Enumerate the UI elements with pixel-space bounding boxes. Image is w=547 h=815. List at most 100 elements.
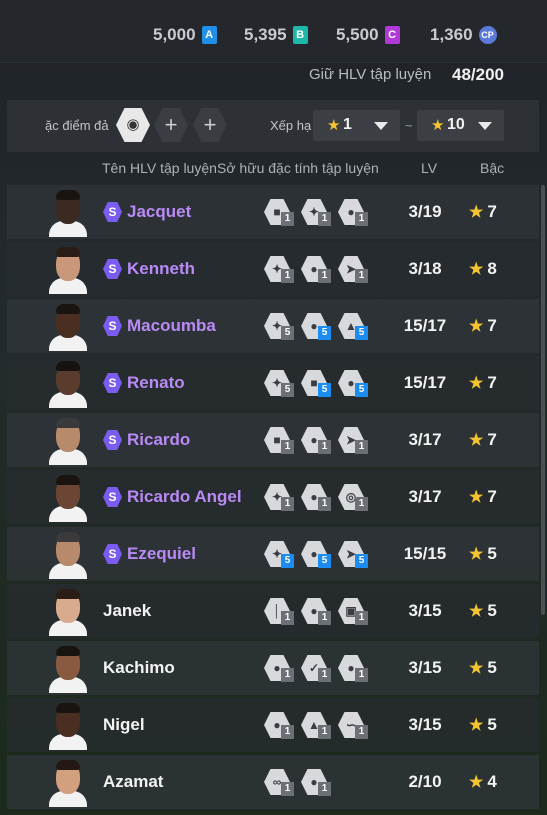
trait-filter-slot-whistle[interactable]: ◉ — [116, 108, 150, 142]
training-trait[interactable]: ● 1 — [264, 655, 298, 683]
training-trait[interactable]: ■ 1 — [264, 199, 298, 227]
training-trait[interactable]: ● 5 — [301, 313, 335, 341]
training-trait[interactable]: ◎ 1 — [338, 484, 372, 512]
currency-c-icon: C — [384, 26, 400, 44]
coach-rank-value: 7 — [487, 487, 497, 506]
training-trait[interactable]: ● 1 — [301, 769, 335, 797]
coach-rank: ★ 7 — [469, 487, 497, 507]
max-rank-dropdown[interactable]: ★ 10 — [417, 110, 504, 141]
special-coach-icon: S — [103, 259, 122, 279]
trait-level-badge: 1 — [281, 497, 294, 511]
training-trait[interactable]: ✦ 1 — [264, 256, 298, 284]
training-trait[interactable]: ● 1 — [264, 712, 298, 740]
training-trait[interactable]: ● 1 — [301, 598, 335, 626]
trait-level-badge: 5 — [281, 326, 294, 340]
trait-level-badge: 1 — [355, 269, 368, 283]
avatar-hair — [56, 646, 80, 656]
training-trait[interactable]: ➤ 5 — [338, 541, 372, 569]
training-trait[interactable]: ➤ 1 — [338, 256, 372, 284]
whistle-icon: ◉ — [126, 116, 140, 133]
coach-avatar — [47, 360, 89, 408]
coach-name: Ricardo — [127, 430, 191, 449]
training-trait[interactable]: ▣ 1 — [338, 598, 372, 626]
coach-rank: ★ 5 — [469, 601, 497, 621]
training-trait[interactable]: ● 5 — [301, 541, 335, 569]
trait-level-badge: 1 — [281, 782, 294, 796]
coach-rank: ★ 7 — [469, 430, 497, 450]
star-icon: ★ — [469, 318, 484, 335]
training-trait[interactable]: ▲ 5 — [338, 313, 372, 341]
coach-name: Jacquet — [127, 202, 192, 221]
training-trait[interactable]: ✦ 1 — [301, 199, 335, 227]
column-header-lv[interactable]: LV — [421, 160, 437, 176]
training-trait[interactable]: ➤ 1 — [338, 427, 372, 455]
training-trait[interactable]: ✦ 5 — [264, 541, 298, 569]
coach-avatar — [47, 303, 89, 351]
coach-row[interactable]: S Renato ✦ 5 ■ 5 ● 5 15/17 ★ 7 — [7, 356, 539, 410]
coach-row[interactable]: S Ricardo ■ 1 ● 1 ➤ 1 3/17 ★ 7 — [7, 413, 539, 467]
star-icon: ★ — [469, 204, 484, 221]
coach-level: 3/17 — [408, 430, 442, 449]
cp-coin-icon: CP — [478, 26, 497, 44]
coach-row[interactable]: Nigel ● 1 ▲ 1 ∽ 1 3/15 ★ 5 — [7, 698, 539, 752]
training-trait[interactable]: ● 1 — [301, 427, 335, 455]
trait-level-badge: 5 — [318, 383, 331, 397]
coach-row[interactable]: Azamat ∞ 1 ● 1 2/10 ★ 4 — [7, 755, 539, 809]
coach-row[interactable]: S Ricardo Angel ✦ 1 ● 1 ◎ 1 3/17 ★ 7 — [7, 470, 539, 524]
coach-level: 3/18 — [408, 259, 442, 278]
coach-row[interactable]: S Macoumba ✦ 5 ● 5 ▲ 5 15/17 ★ 7 — [7, 299, 539, 353]
coach-name: Nigel — [103, 715, 145, 734]
coach-name: Kachimo — [103, 658, 175, 677]
training-trait[interactable]: ∞ 1 — [264, 769, 298, 797]
coach-row[interactable]: S Jacquet ■ 1 ✦ 1 ● 1 3/19 ★ 7 — [7, 185, 539, 239]
coach-holding-count: 48/200 — [452, 65, 504, 84]
trait-level-badge: 5 — [355, 554, 368, 568]
coach-holding-label: Giữ HLV tập luyện — [309, 66, 432, 83]
currency-c-amount: 5,500 — [336, 25, 379, 44]
chevron-down-icon — [478, 122, 492, 130]
coach-avatar — [47, 588, 89, 636]
training-trait[interactable]: ■ 5 — [301, 370, 335, 398]
column-header-name[interactable]: Tên HLV tập luyện — [102, 160, 217, 176]
training-trait[interactable]: ∽ 1 — [338, 712, 372, 740]
coach-row[interactable]: S Ezequiel ✦ 5 ● 5 ➤ 5 15/15 ★ 5 — [7, 527, 539, 581]
trait-level-badge: 1 — [355, 497, 368, 511]
training-trait[interactable]: ● 1 — [301, 256, 335, 284]
list-scrollbar[interactable] — [541, 185, 545, 615]
column-header-rank[interactable]: Bậc — [480, 160, 504, 176]
coach-row[interactable]: Janek │ 1 ● 1 ▣ 1 3/15 ★ 5 — [7, 584, 539, 638]
trait-level-badge: 1 — [281, 440, 294, 454]
training-trait[interactable]: ● 1 — [301, 484, 335, 512]
coach-avatar — [47, 759, 89, 807]
coach-level: 15/17 — [403, 316, 447, 335]
training-trait[interactable]: ✦ 5 — [264, 313, 298, 341]
training-trait[interactable]: ✓ 1 — [301, 655, 335, 683]
training-trait[interactable]: ● 5 — [338, 370, 372, 398]
column-header-traits[interactable]: Sở hữu đặc tính tập luyện — [217, 160, 379, 176]
coach-row[interactable]: Kachimo ● 1 ✓ 1 ● 1 3/15 ★ 5 — [7, 641, 539, 695]
special-coach-icon: S — [103, 202, 122, 222]
plus-icon: + — [164, 112, 178, 137]
trait-level-badge: 1 — [281, 725, 294, 739]
trait-filter-add-slot-2[interactable]: + — [193, 108, 227, 142]
trait-level-badge: 1 — [318, 212, 331, 226]
training-trait[interactable]: ● 1 — [338, 655, 372, 683]
special-coach-icon: S — [103, 316, 122, 336]
training-trait[interactable]: ● 1 — [338, 199, 372, 227]
training-trait[interactable]: ✦ 5 — [264, 370, 298, 398]
coach-name: Janek — [103, 601, 152, 620]
coach-level: 3/17 — [408, 487, 442, 506]
trait-filter-add-slot-1[interactable]: + — [154, 108, 188, 142]
training-trait[interactable]: ▲ 1 — [301, 712, 335, 740]
min-rank-dropdown[interactable]: ★ 1 — [313, 110, 400, 141]
training-trait[interactable]: ✦ 1 — [264, 484, 298, 512]
coach-row[interactable]: S Kenneth ✦ 1 ● 1 ➤ 1 3/18 ★ 8 — [7, 242, 539, 296]
currency-b-icon: B — [292, 26, 308, 44]
coach-avatar — [47, 702, 89, 750]
filter-bar: ặc điểm đả ◉ + + Xếp hạ ★ 1 ~ ★ 10 — [7, 100, 539, 152]
training-trait[interactable]: ■ 1 — [264, 427, 298, 455]
trait-level-badge: 1 — [318, 725, 331, 739]
currency-cp-amount: 1,360 — [430, 25, 473, 44]
training-trait[interactable]: │ 1 — [264, 598, 298, 626]
trait-level-badge: 5 — [318, 554, 331, 568]
